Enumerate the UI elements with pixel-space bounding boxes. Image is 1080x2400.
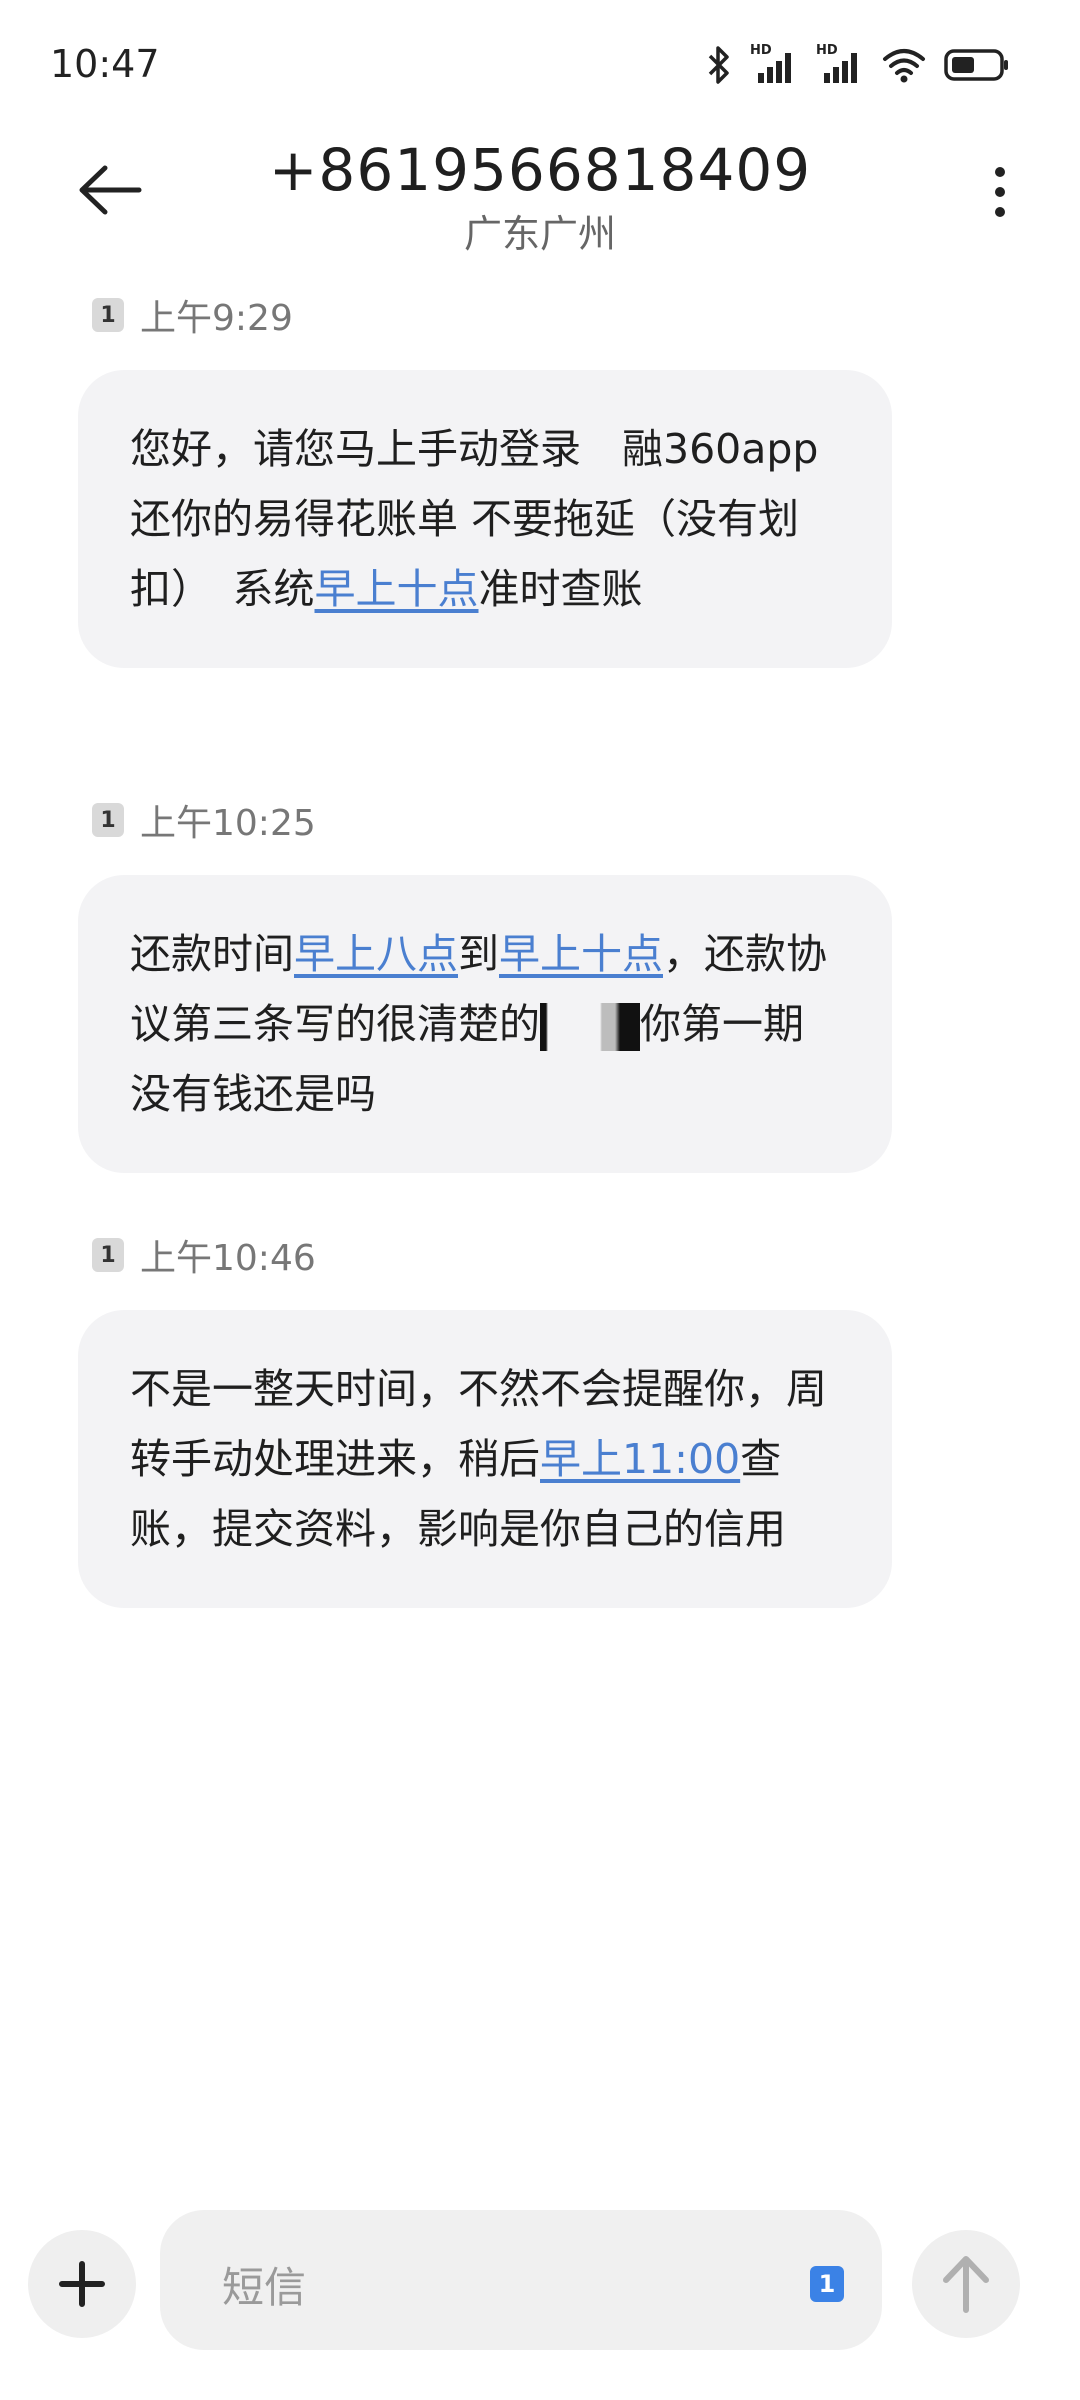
more-vertical-icon (995, 167, 1005, 217)
message-meta: 1 上午9:29 (92, 290, 293, 340)
hd-signal-icon: HD (816, 43, 864, 85)
sim-badge: 1 (92, 803, 124, 837)
conversation-header: +8619566818409 广东广州 (0, 130, 1080, 270)
more-options-button[interactable] (970, 152, 1030, 232)
status-time: 10:47 (50, 42, 160, 86)
message-input-placeholder: 短信 (222, 2263, 307, 2312)
message-time: 上午10:46 (140, 1238, 316, 1279)
time-link[interactable]: 早上十点 (499, 930, 663, 978)
message-input[interactable]: 短信 1 (160, 2210, 882, 2350)
bluetooth-icon (706, 45, 732, 85)
plus-icon (59, 2261, 105, 2307)
redacted-block (540, 1003, 640, 1051)
message-meta: 1 上午10:25 (92, 795, 316, 845)
message-bubble[interactable]: 您好，请您马上手动登录 融360app还你的易得花账单 不要拖延（没有划扣） 系… (78, 370, 892, 668)
sim-badge: 1 (92, 1238, 124, 1272)
time-link[interactable]: 早上11:00 (540, 1435, 740, 1483)
message-time: 上午10:25 (140, 803, 316, 844)
message-text: 还款时间 (130, 930, 294, 978)
arrow-up-icon (943, 2256, 989, 2313)
contact-number: +8619566818409 (268, 136, 812, 204)
wifi-icon (882, 45, 926, 85)
composer-bar: 短信 1 (0, 2210, 1080, 2400)
sim-select-button[interactable]: 1 (810, 2266, 844, 2302)
hd-signal-icon: HD (750, 43, 798, 85)
back-button[interactable] (70, 150, 150, 230)
add-attachment-button[interactable] (28, 2230, 136, 2338)
sim-badge: 1 (92, 298, 124, 332)
message-bubble[interactable]: 还款时间早上八点到早上十点，还款协议第三条写的很清楚的 你第一期没有钱还是吗 (78, 875, 892, 1173)
message-time: 上午9:29 (140, 298, 293, 339)
message-text: 准时查账 (478, 565, 643, 613)
arrow-left-icon (79, 165, 142, 215)
contact-info[interactable]: +8619566818409 广东广州 (200, 130, 880, 258)
message-text: 到 (458, 930, 499, 978)
contact-location: 广东广州 (463, 212, 616, 256)
battery-icon (944, 47, 1010, 83)
status-bar: 10:47 HD HD (0, 0, 1080, 130)
time-link[interactable]: 早上十点 (315, 565, 479, 613)
send-button[interactable] (912, 2230, 1020, 2338)
status-icons: HD HD (706, 40, 1010, 90)
message-bubble[interactable]: 不是一整天时间，不然不会提醒你，周转手动处理进来，稍后早上11:00查账，提交资… (78, 1310, 892, 1608)
time-link[interactable]: 早上八点 (294, 930, 458, 978)
message-meta: 1 上午10:46 (92, 1230, 316, 1280)
